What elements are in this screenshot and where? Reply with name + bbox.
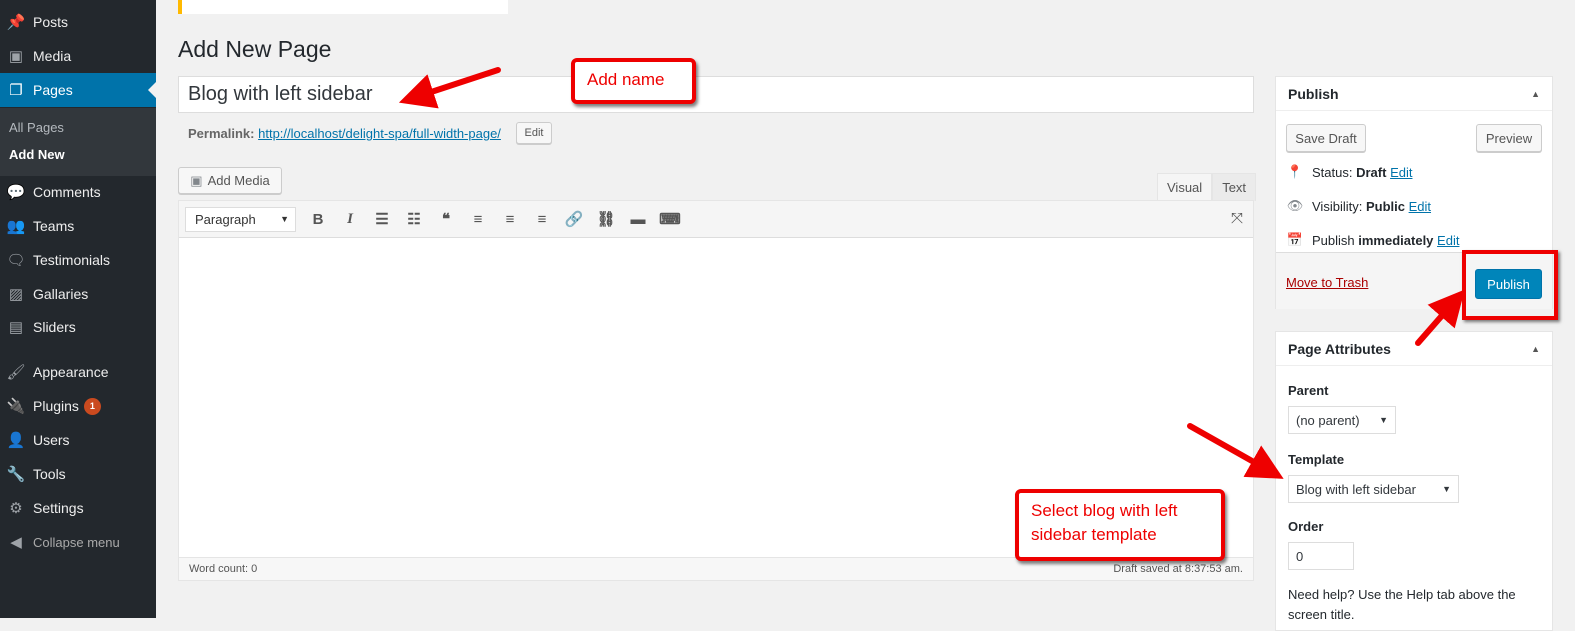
preview-button[interactable]: Preview <box>1476 124 1542 152</box>
parent-label: Parent <box>1288 383 1329 398</box>
page-attributes-heading: Page Attributes <box>1288 340 1391 357</box>
editor-toolbar: Paragraph ▼ B I ☰ ☷ ❝ ≡ ≡ ≡ 🔗 ⛓ ▬ ⌨ ⤧ <box>179 201 1253 238</box>
pages-icon: ❐ <box>9 82 23 99</box>
tab-text[interactable]: Text <box>1212 173 1257 201</box>
annotation-add-name: Add name <box>571 58 696 104</box>
template-select[interactable]: Blog with left sidebar ▼ <box>1288 475 1459 503</box>
permalink-link[interactable]: http://localhost/delight-spa/full-width-… <box>258 126 501 141</box>
chevron-down-icon: ▼ <box>1442 484 1451 494</box>
submenu-all-pages[interactable]: All Pages <box>9 120 64 135</box>
order-label: Order <box>1288 519 1324 534</box>
tab-visual[interactable]: Visual <box>1157 173 1213 201</box>
edit-schedule-link[interactable]: Edit <box>1437 233 1459 248</box>
pin-icon: 📍 <box>1286 164 1304 179</box>
edit-permalink-button[interactable]: Edit <box>516 122 552 144</box>
sidebar-item-users[interactable]: 👤 Users <box>0 423 156 457</box>
parent-select[interactable]: (no parent) ▼ <box>1288 406 1396 434</box>
collapse-toggle-icon[interactable]: ▲ <box>1531 89 1540 99</box>
align-left-icon[interactable]: ≡ <box>462 211 494 228</box>
italic-icon[interactable]: I <box>334 211 366 228</box>
link-icon[interactable]: 🔗 <box>558 210 590 228</box>
edit-visibility-link[interactable]: Edit <box>1409 199 1431 214</box>
visibility-row: 👁 Visibility: Public Edit <box>1286 198 1432 214</box>
fullscreen-icon[interactable]: ⤧ <box>1231 210 1243 227</box>
word-count: Word count: 0 <box>189 563 258 575</box>
collapse-toggle-icon[interactable]: ▲ <box>1531 344 1540 354</box>
pin-icon: 📌 <box>6 14 26 31</box>
save-draft-button[interactable]: Save Draft <box>1286 124 1366 152</box>
annotation-select-template: Select blog with left sidebar template <box>1015 489 1225 561</box>
eye-icon: 👁 <box>1286 198 1304 213</box>
media-icon: ▣ <box>190 172 203 188</box>
settings-icon: ⚙ <box>9 500 23 517</box>
admin-sidebar: 📌 Posts ▣ Media ❐ Pages All Pages Add New 💬… <box>0 0 156 618</box>
sidebar-item-pages[interactable]: ❐ Pages <box>0 73 156 107</box>
admin-notice <box>178 0 508 14</box>
calendar-icon: 📅 <box>1286 232 1304 247</box>
pages-submenu: All Pages Add New <box>0 108 156 176</box>
page-attributes-box: Page Attributes ▲ Parent (no parent) ▼ Tem… <box>1275 331 1553 631</box>
editor-tabs: Visual Text <box>1157 173 1257 201</box>
brush-icon: 🖌 <box>6 364 26 381</box>
sidebar-item-settings[interactable]: ⚙ Settings <box>0 491 156 525</box>
user-icon: 👤 <box>6 432 26 449</box>
align-right-icon[interactable]: ≡ <box>526 211 558 228</box>
sidebar-item-plugins[interactable]: 🔌 Plugins 1 <box>0 389 156 423</box>
sidebar-item-testimonials[interactable]: 🗨 Testimonials <box>0 243 156 277</box>
sidebar-item-sliders[interactable]: ▤ Sliders <box>0 310 156 344</box>
publish-heading: Publish <box>1288 85 1339 102</box>
template-label: Template <box>1288 452 1345 467</box>
status-row: 📍 Status: Draft Edit <box>1286 164 1413 180</box>
sidebar-item-posts[interactable]: 📌 Posts <box>0 5 156 39</box>
move-to-trash-link[interactable]: Move to Trash <box>1286 275 1368 290</box>
sidebar-item-teams[interactable]: 👥 Teams <box>0 209 156 243</box>
testimonial-icon: 🗨 <box>6 252 26 269</box>
wrench-icon: 🔧 <box>6 466 26 483</box>
gallery-icon: ▨ <box>8 286 24 303</box>
schedule-row: 📅 Publish immediately Edit <box>1286 232 1460 248</box>
sidebar-item-tools[interactable]: 🔧 Tools <box>0 457 156 491</box>
read-more-icon[interactable]: ▬ <box>622 211 654 228</box>
annotation-highlight-publish <box>1462 250 1558 320</box>
media-icon: ▣ <box>8 48 24 65</box>
update-count-badge: 1 <box>83 397 101 415</box>
sidebar-item-appearance[interactable]: 🖌 Appearance <box>0 355 156 389</box>
page-title: Add New Page <box>178 36 332 62</box>
submenu-add-new[interactable]: Add New <box>9 147 65 162</box>
slides-icon: ▤ <box>8 319 24 336</box>
collapse-icon: ◀ <box>10 534 22 551</box>
blockquote-icon[interactable]: ❝ <box>430 210 462 228</box>
bold-icon[interactable]: B <box>302 211 334 228</box>
format-select[interactable]: Paragraph ▼ <box>185 206 296 232</box>
collapse-menu-button[interactable]: ◀ Collapse menu <box>0 525 156 559</box>
order-input[interactable]: 0 <box>1288 542 1354 570</box>
edit-status-link[interactable]: Edit <box>1390 165 1412 180</box>
numbered-list-icon[interactable]: ☷ <box>398 210 430 228</box>
bullet-list-icon[interactable]: ☰ <box>366 210 398 228</box>
sidebar-item-gallaries[interactable]: ▨ Gallaries <box>0 277 156 311</box>
sidebar-item-comments[interactable]: 💬 Comments <box>0 175 156 209</box>
add-media-button[interactable]: ▣ Add Media <box>178 167 282 194</box>
permalink: Permalink: http://localhost/delight-spa/… <box>188 126 501 141</box>
toolbar-toggle-icon[interactable]: ⌨ <box>654 210 686 228</box>
post-title-input[interactable] <box>178 76 1254 113</box>
help-text: Need help? Use the Help tab above the sc… <box>1288 587 1516 622</box>
align-center-icon[interactable]: ≡ <box>494 211 526 228</box>
comment-icon: 💬 <box>6 184 26 201</box>
unlink-icon[interactable]: ⛓ <box>590 210 622 228</box>
chevron-down-icon: ▼ <box>280 214 289 224</box>
chevron-down-icon: ▼ <box>1379 415 1388 425</box>
plugin-icon: 🔌 <box>6 398 26 415</box>
draft-saved-status: Draft saved at 8:37:53 am. <box>1113 563 1243 575</box>
sidebar-item-media[interactable]: ▣ Media <box>0 39 156 73</box>
groups-icon: 👥 <box>6 218 26 235</box>
